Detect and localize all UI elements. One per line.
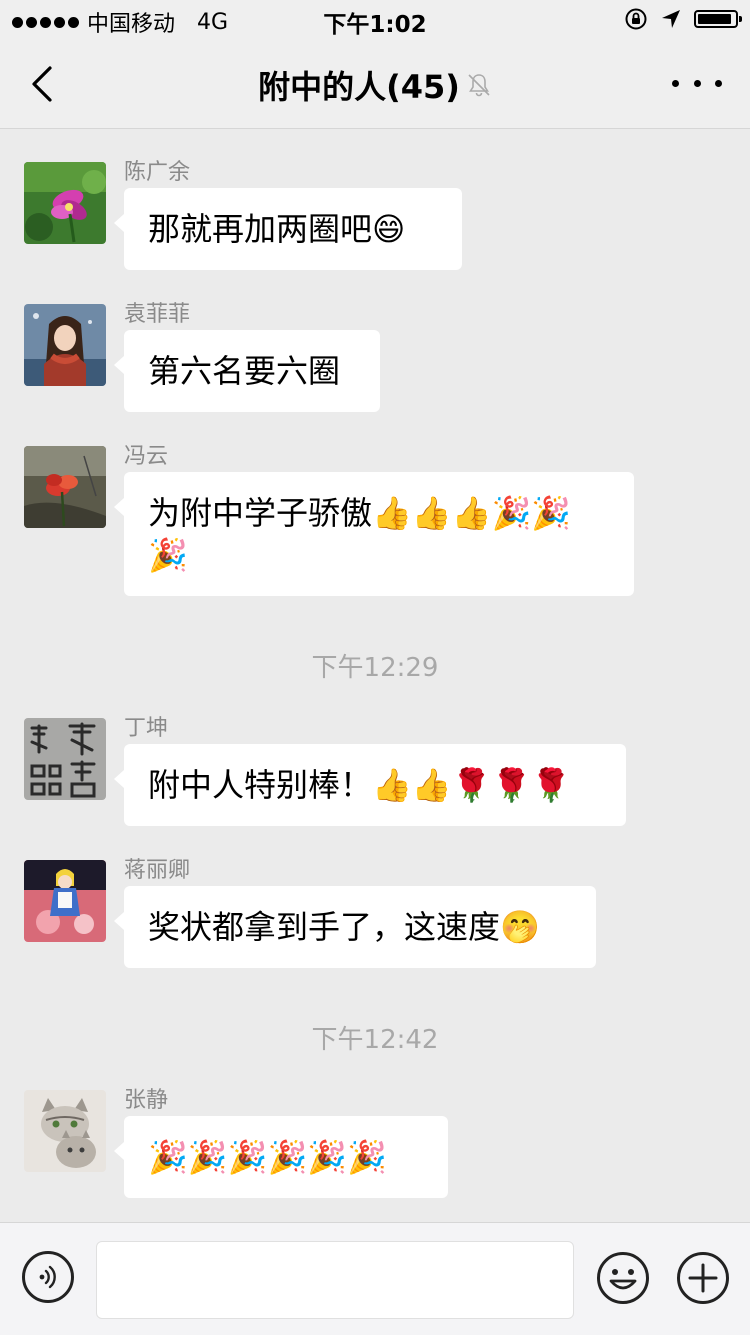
message-bubble[interactable]: 奖状都拿到手了，这速度🤭	[114, 886, 596, 968]
emoji-icon	[597, 1252, 649, 1304]
pink-flower-avatar-icon	[24, 162, 106, 244]
calligraphy-avatar-icon	[24, 718, 106, 800]
avatar[interactable]	[24, 860, 106, 942]
plus-icon	[677, 1252, 729, 1304]
more-options-button[interactable]	[672, 70, 722, 96]
sender-name: 丁坤	[124, 716, 169, 741]
status-bar: 中国移动 4G 下午1:02	[0, 0, 750, 40]
mute-bell-icon	[466, 72, 492, 98]
rotation-lock-icon	[625, 8, 647, 30]
avatar[interactable]	[24, 1090, 106, 1172]
message-bubble[interactable]: 附中人特别棒！👍👍🌹🌹🌹	[114, 744, 626, 826]
avatar[interactable]	[24, 162, 106, 244]
input-bar	[0, 1222, 750, 1335]
sender-name: 冯云	[124, 444, 169, 469]
sender-name: 陈广余	[124, 160, 191, 185]
emoji-button[interactable]	[596, 1251, 650, 1305]
cat-avatar-icon	[24, 1090, 106, 1172]
message-bubble[interactable]: 那就再加两圈吧😄	[114, 188, 462, 270]
message-input[interactable]	[96, 1241, 574, 1319]
sender-name: 蒋丽卿	[124, 858, 191, 883]
illustrated-girl-avatar-icon	[24, 304, 106, 386]
more-functions-button[interactable]	[676, 1251, 730, 1305]
timestamp: 下午12:42	[311, 1025, 439, 1055]
chat-title: 附中的人(45)	[0, 62, 750, 108]
voice-button[interactable]	[22, 1251, 74, 1303]
avatar[interactable]	[24, 718, 106, 800]
location-arrow-icon	[662, 10, 680, 28]
red-flower-avatar-icon	[24, 446, 106, 528]
avatar[interactable]	[24, 446, 106, 528]
message-bubble[interactable]: 为附中学子骄傲👍👍👍🎉🎉🎉	[114, 472, 634, 596]
status-right	[624, 7, 742, 31]
battery-icon	[694, 10, 742, 28]
message-bubble[interactable]: 🎉🎉🎉🎉🎉🎉	[114, 1116, 448, 1198]
nav-bar: 附中的人(45)	[0, 40, 750, 129]
doll-avatar-icon	[24, 860, 106, 942]
message-bubble[interactable]: 第六名要六圈	[114, 330, 380, 412]
chat-title-text: 附中的人(45)	[258, 68, 460, 106]
avatar[interactable]	[24, 304, 106, 386]
sender-name: 张静	[124, 1088, 169, 1113]
timestamp: 下午12:29	[311, 653, 439, 683]
voice-icon	[39, 1265, 56, 1289]
sender-name: 袁菲菲	[124, 302, 191, 327]
